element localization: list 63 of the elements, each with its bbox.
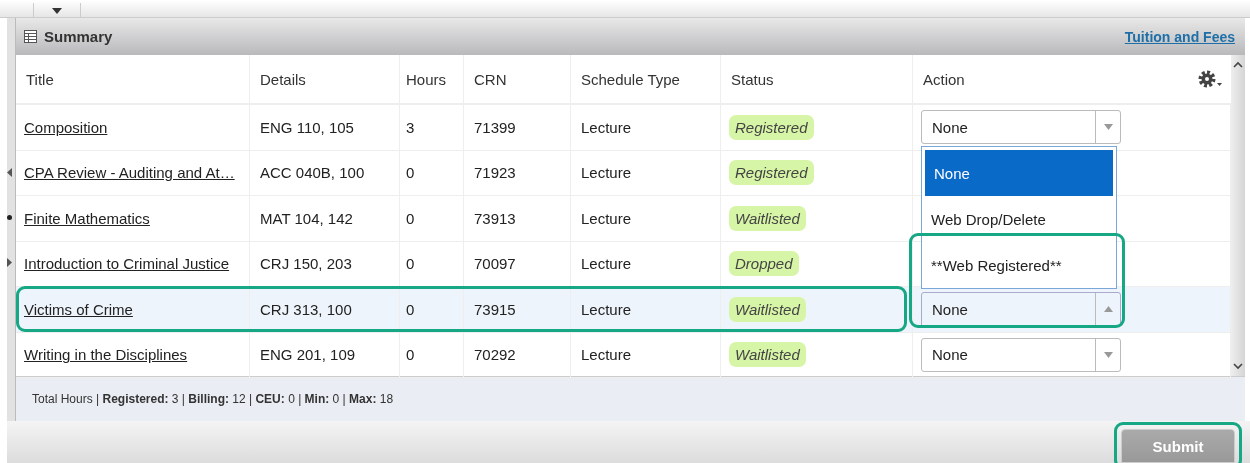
- status-badge: Waitlisted: [729, 296, 806, 322]
- menu-option[interactable]: **Web Registered**: [922, 242, 1116, 288]
- table-cell: 71923: [464, 150, 571, 195]
- table-cell: MAT 104, 142: [250, 196, 400, 241]
- panel-title: Summary: [44, 28, 113, 45]
- table-cell: 71399: [464, 105, 571, 150]
- status-badge: Registered: [729, 114, 814, 140]
- table-cell: Lecture: [571, 241, 721, 286]
- table-cell: Lecture: [571, 196, 721, 241]
- table-cell: 73913: [464, 196, 571, 241]
- column-header: CRN: [464, 55, 571, 103]
- column-header: Status: [721, 55, 913, 103]
- table-cell: 0: [400, 241, 464, 286]
- table-cell: ENG 201, 109: [250, 332, 400, 377]
- action-dropdown[interactable]: None: [921, 110, 1121, 145]
- course-link[interactable]: CPA Review - Auditing and At…: [24, 164, 235, 182]
- left-arrow-icon: [7, 168, 12, 177]
- table-cell: Lecture: [571, 150, 721, 195]
- column-header: Details: [250, 55, 400, 103]
- table-cell: 70292: [464, 332, 571, 377]
- course-link[interactable]: Writing in the Disciplines: [24, 346, 188, 364]
- column-header: Title: [16, 55, 250, 103]
- scroll-up-icon: [1233, 61, 1243, 68]
- scrollbar[interactable]: [1231, 55, 1245, 376]
- table-cell: CRJ 313, 100: [250, 287, 400, 332]
- table-cell: 0: [400, 150, 464, 195]
- table-cell: 70097: [464, 241, 571, 286]
- caret-down-icon: [1103, 351, 1113, 358]
- table-cell: Lecture: [571, 287, 721, 332]
- dot-icon: [7, 215, 12, 220]
- settings-icon[interactable]: [1197, 69, 1223, 89]
- course-link[interactable]: Victims of Crime: [24, 300, 133, 318]
- caret-up-icon: [1103, 306, 1113, 313]
- course-link[interactable]: Finite Mathematics: [24, 209, 150, 227]
- table-icon: [24, 30, 37, 43]
- table-cell: 0: [400, 196, 464, 241]
- table-cell: CRJ 150, 203: [250, 241, 400, 286]
- action-dropdown[interactable]: None: [921, 337, 1121, 372]
- status-badge: Waitlisted: [729, 205, 806, 231]
- table-cell: 3: [400, 105, 464, 150]
- column-header: Hours: [400, 55, 464, 103]
- total-hours-text: Total Hours | Registered: 3 | Billing: 12 | CEU: 0 | Min: 0 | Max: 18: [32, 392, 394, 406]
- table-cell: 0: [400, 287, 464, 332]
- caret-icon: [52, 8, 62, 14]
- column-header: Action: [922, 69, 966, 90]
- action-dropdown[interactable]: None: [921, 292, 1121, 327]
- menu-option[interactable]: Web Drop/Delete: [922, 196, 1116, 242]
- table-cell: ACC 040B, 100: [250, 150, 400, 195]
- scroll-down-icon: [1233, 363, 1243, 370]
- table-cell: ENG 110, 105: [250, 105, 400, 150]
- course-link[interactable]: Introduction to Criminal Justice: [24, 255, 230, 273]
- status-badge: Registered: [729, 160, 814, 186]
- caret-down-icon: [1103, 124, 1113, 131]
- menu-option[interactable]: None: [925, 150, 1113, 196]
- status-badge: Dropped: [729, 251, 799, 277]
- column-header: Schedule Type: [571, 55, 721, 103]
- table-cell: 73915: [464, 287, 571, 332]
- table-cell: 0: [400, 332, 464, 377]
- table-cell: Lecture: [571, 332, 721, 377]
- course-link[interactable]: Composition: [24, 118, 108, 136]
- status-badge: Waitlisted: [729, 342, 806, 368]
- table-cell: Lecture: [571, 105, 721, 150]
- right-arrow-icon: [7, 258, 12, 267]
